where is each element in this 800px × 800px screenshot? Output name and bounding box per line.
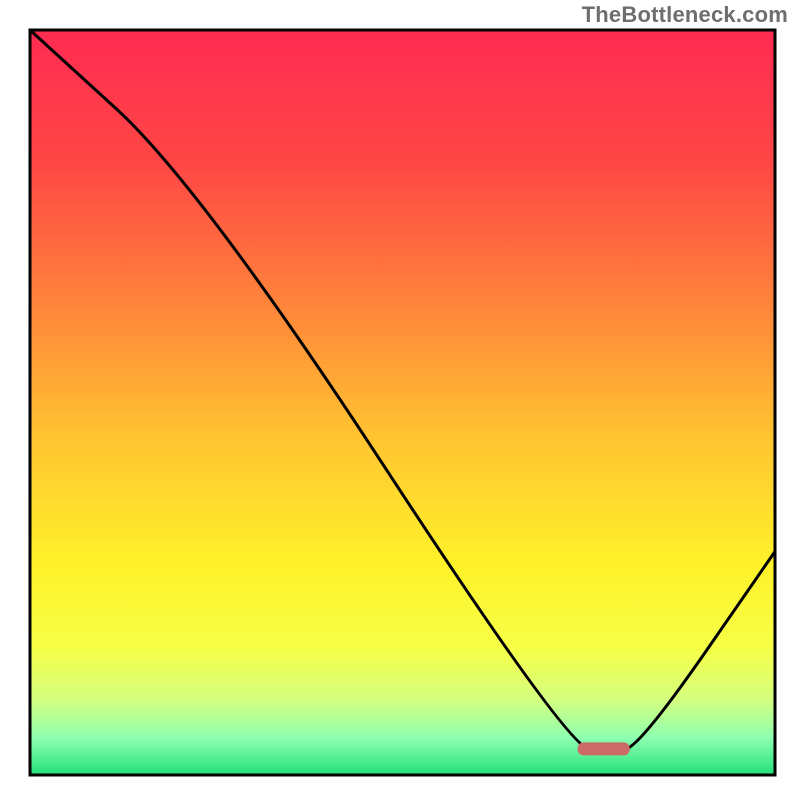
chart-container: { "watermark": "TheBottleneck.com", "cha…	[0, 0, 800, 800]
chart-svg	[0, 0, 800, 800]
optimal-marker	[578, 742, 630, 755]
plot-background	[30, 30, 775, 775]
